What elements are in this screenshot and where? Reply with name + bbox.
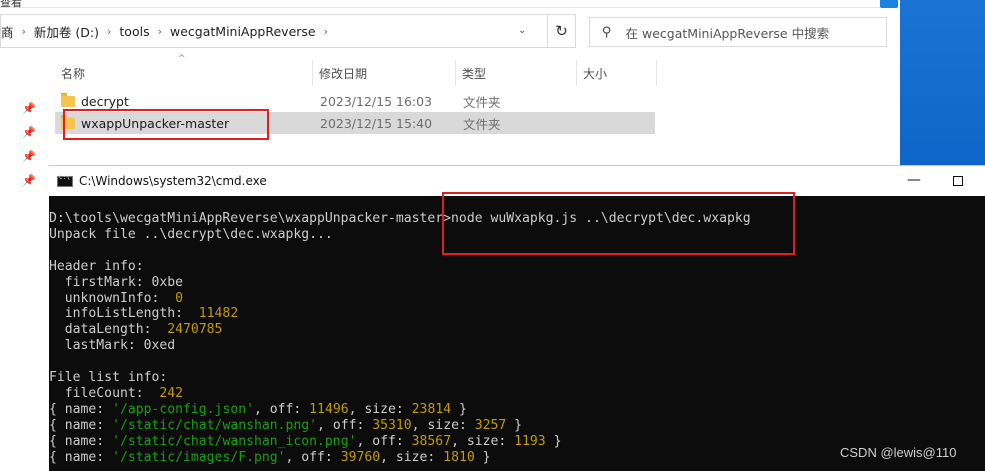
column-type-label: 类型 — [462, 66, 487, 81]
watermark: CSDN @lewis@110 — [840, 445, 957, 460]
header-label: firstMark: — [49, 274, 152, 290]
file-entry: { name: '/static/chat/wanshan.png', off:… — [49, 417, 523, 433]
entry-name: '/static/images/F.png' — [112, 449, 286, 465]
header-info-title: Header info: — [49, 258, 144, 274]
console-unpack-line: Unpack file ..\decrypt\dec.wxapkg... — [49, 226, 333, 242]
file-name: decrypt — [81, 93, 129, 109]
entry-name: '/app-config.json' — [112, 401, 254, 417]
pin-icon: 📌 — [22, 126, 36, 139]
ribbon-fragment-text: 查看 — [0, 0, 22, 9]
pin-icon: 📌 — [22, 150, 36, 163]
file-date: 2023/12/15 16:03 — [320, 93, 433, 109]
cmd-icon — [57, 174, 73, 187]
minimize-icon[interactable]: — — [907, 172, 921, 188]
cmd-title: C:\Windows\system32\cmd.exe — [79, 174, 267, 188]
entry-off: 38567 — [411, 433, 452, 449]
file-type: 文件夹 — [463, 94, 501, 110]
header-label: infoListLength: — [49, 306, 199, 322]
file-type: 文件夹 — [463, 116, 501, 132]
column-header-size[interactable]: 大小 — [577, 60, 657, 86]
header-label: unknownInfo: — [49, 290, 176, 306]
maximize-icon[interactable] — [953, 176, 963, 186]
pin-icon: 📌 — [22, 174, 36, 187]
column-size-label: 大小 — [583, 66, 608, 81]
chevron-right-icon: › — [157, 24, 162, 38]
breadcrumb-tools[interactable]: tools — [119, 24, 149, 39]
file-entry: { name: '/app-config.json', off: 11496, … — [49, 401, 467, 417]
chevron-right-icon: › — [21, 24, 26, 38]
refresh-icon: ↻ — [555, 22, 568, 40]
column-header-type[interactable]: 类型 — [456, 60, 577, 86]
column-date-label: 修改日期 — [319, 66, 368, 81]
breadcrumb-drive[interactable]: 新加卷 (D:) — [34, 22, 99, 41]
filecount-value: 242 — [159, 385, 184, 401]
breadcrumb-current[interactable]: wecgatMiniAppReverse — [170, 24, 316, 39]
column-header-date[interactable]: 修改日期 — [313, 60, 456, 86]
header-value: 2470785 — [167, 322, 223, 338]
header-value: 0xbe — [151, 274, 184, 290]
file-entry: { name: '/static/images/F.png', off: 397… — [49, 449, 491, 465]
address-bar[interactable]: 商 › 新加卷 (D:) › tools › wecgatMiniAppReve… — [0, 14, 548, 48]
console-prompt: D:\tools\wecgatMiniAppReverse\wxappUnpac… — [49, 211, 452, 226]
entry-off: 39760 — [340, 449, 381, 465]
chevron-down-icon[interactable]: ⌄ — [518, 25, 526, 36]
pin-icon: 📌 — [22, 102, 36, 115]
entry-size: 3257 — [474, 417, 507, 433]
entry-off: 35310 — [372, 417, 412, 433]
file-date: 2023/12/15 15:40 — [320, 115, 433, 131]
entry-size: 1193 — [514, 433, 546, 449]
entry-size: 1810 — [443, 449, 475, 465]
entry-name: '/static/chat/wanshan.png' — [112, 417, 318, 433]
search-placeholder: 在 wecgatMiniAppReverse 中搜索 — [625, 25, 830, 41]
highlight-box-command — [442, 192, 795, 255]
refresh-button[interactable]: ↻ — [548, 14, 576, 48]
column-name-label: 名称 — [61, 66, 86, 81]
filecount-label: fileCount: — [49, 385, 160, 401]
close-button[interactable] — [880, 0, 898, 8]
header-label: dataLength: — [49, 322, 168, 338]
entry-name: '/static/chat/wanshan_icon.png' — [112, 433, 357, 449]
column-header-name[interactable]: 名称 — [55, 60, 313, 86]
search-box[interactable]: ⚲ 在 wecgatMiniAppReverse 中搜索 — [589, 17, 887, 47]
search-icon: ⚲ — [602, 24, 612, 40]
file-entry: { name: '/static/chat/wanshan_icon.png',… — [49, 433, 562, 449]
header-value: 0xed — [143, 338, 176, 354]
ribbon-fragment: 查看 — [0, 0, 900, 9]
folder-icon — [61, 92, 75, 107]
header-value: 0 — [175, 290, 184, 306]
header-value: 11482 — [198, 306, 239, 322]
breadcrumb-0[interactable]: 商 — [1, 22, 14, 41]
filelist-title: File list info: — [49, 370, 168, 386]
highlight-box-folder — [63, 109, 269, 140]
entry-off: 11496 — [309, 401, 349, 417]
header-label: lastMark: — [49, 338, 144, 354]
entry-size: 23814 — [411, 401, 452, 417]
chevron-right-icon: › — [323, 24, 329, 38]
chevron-right-icon: › — [107, 24, 112, 38]
